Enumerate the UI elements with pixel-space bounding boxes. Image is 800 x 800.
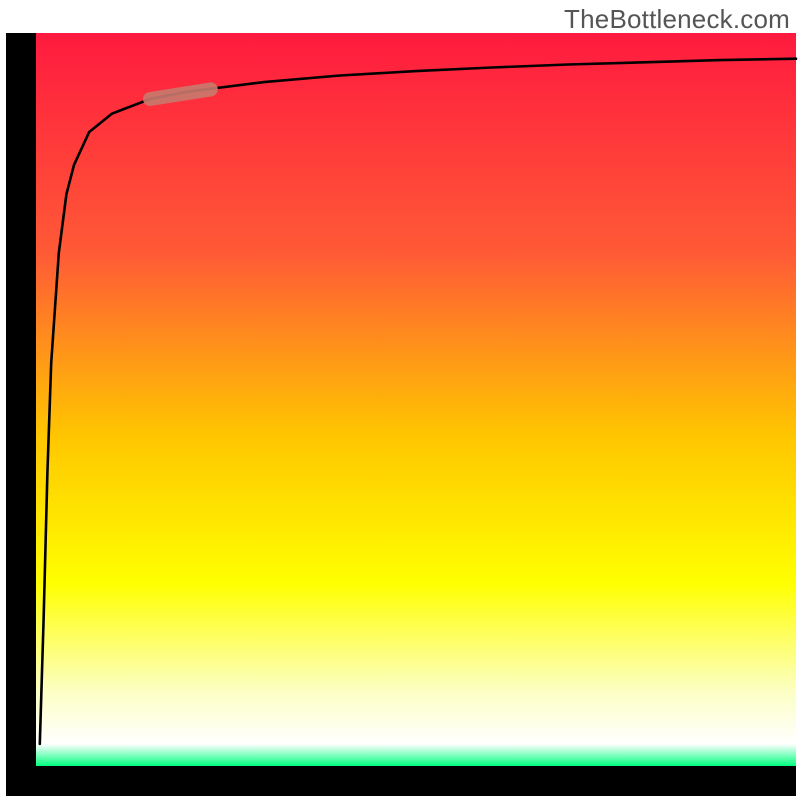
bottleneck-chart [0,0,800,800]
y-axis [6,33,36,793]
watermark-text: TheBottleneck.com [564,4,790,35]
chart-frame: TheBottleneck.com [0,0,800,800]
x-axis [6,766,796,796]
curve-highlight-segment [150,89,211,99]
plot-gradient-background [36,33,796,766]
